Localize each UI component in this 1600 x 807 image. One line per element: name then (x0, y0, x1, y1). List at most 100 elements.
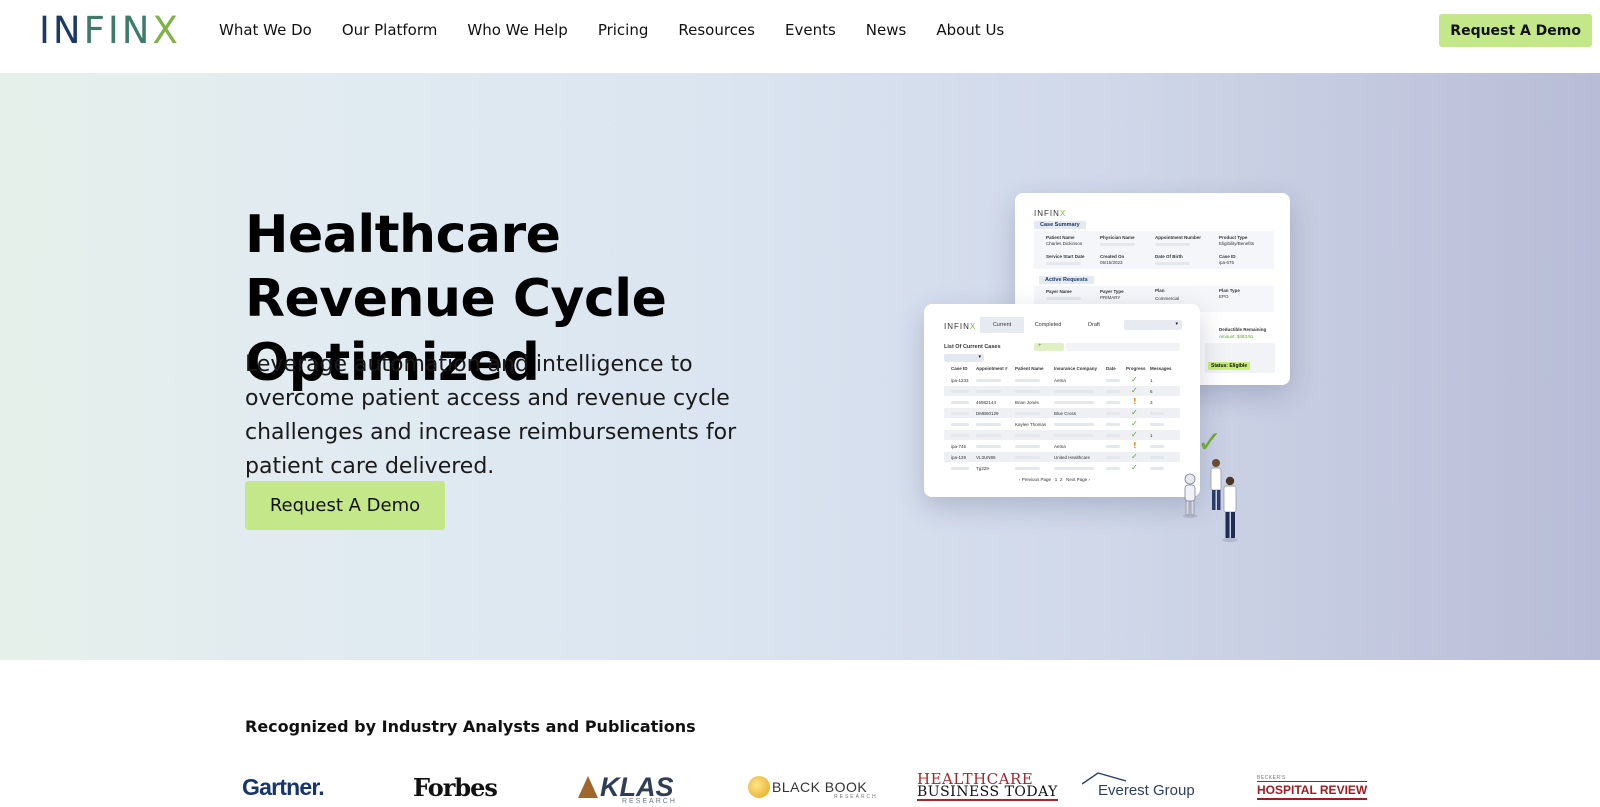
tab-current[interactable]: Current (980, 317, 1024, 333)
nav-our-platform[interactable]: Our Platform (342, 20, 438, 40)
placeholder-line (1106, 423, 1120, 426)
placeholder-line (1106, 467, 1120, 470)
everest-group-logo: Everest Group (1082, 770, 1195, 804)
placeholder-line (1015, 434, 1040, 437)
cell-insurer: Blue Cross (1054, 411, 1077, 416)
field-label: Date Of Birth (1155, 254, 1183, 259)
status-eligible-badge: Status: Eligible (1208, 362, 1251, 370)
chevron-right-icon[interactable]: › (1087, 477, 1090, 482)
check-icon: ✓ (1131, 375, 1138, 384)
col-patient-name: Patient Name (1015, 366, 1044, 371)
nav-events[interactable]: Events (785, 20, 836, 40)
col-progress: Progress (1126, 366, 1146, 371)
placeholder-line (1054, 401, 1094, 404)
hero-request-demo-button[interactable]: Request A Demo (245, 481, 445, 530)
site-header: INFINX What We Do Our Platform Who We He… (0, 0, 1600, 73)
cell-appointment: DMB90129 (976, 411, 999, 416)
placeholder-line (1106, 412, 1120, 415)
field-label: Created On (1100, 254, 1125, 259)
hero-subtitle: Leverage automation and intelligence to … (245, 352, 737, 479)
placeholder-line (1015, 412, 1040, 415)
placeholder-line (976, 390, 1001, 393)
search-bar[interactable] (1066, 343, 1180, 351)
alert-icon: ! (1133, 397, 1137, 406)
placeholder-line (1100, 243, 1135, 246)
placeholder-line (1015, 445, 1040, 448)
check-icon: ✓ (1131, 386, 1138, 395)
everest-roof-icon (1082, 772, 1126, 785)
placeholder-line (1150, 467, 1164, 470)
page-1-link[interactable]: 1 (1055, 477, 1058, 482)
cases-tab-bar: Current Completed Draft ▾ (980, 317, 1182, 333)
field-label: Service Start Date (1046, 254, 1085, 259)
placeholder-line (1150, 456, 1164, 459)
placeholder-line (1106, 379, 1120, 382)
placeholder-line (951, 434, 969, 437)
cell-insurer: United Healthcare (1054, 455, 1091, 460)
placeholder-line (976, 423, 1001, 426)
deductible-label: Deductible Remaining (1219, 327, 1267, 332)
filter-dropdown[interactable]: ▾ (1124, 320, 1182, 330)
klas-mark-icon (578, 776, 598, 798)
placeholder-line (1046, 262, 1081, 265)
card-logo: INFINX (1034, 209, 1067, 218)
table-row[interactable]: 46982144 Brian Jones ! 3 (944, 397, 1180, 407)
placeholder-line (1150, 423, 1164, 426)
placeholder-line (951, 467, 969, 470)
beckers-hospital-review-logo: BECKER'S HOSPITAL REVIEW (1257, 770, 1368, 804)
cases-list-title: List Of Current Cases (944, 344, 1001, 350)
table-row[interactable]: ipa-1233 Aetna ✓ 1 (944, 375, 1180, 385)
nav-who-we-help[interactable]: Who We Help (467, 20, 567, 40)
case-summary-label: Case Summary (1034, 221, 1086, 229)
next-page-link[interactable]: Next Page (1066, 477, 1087, 482)
field-label: Payer Name (1046, 289, 1072, 294)
nav-about-us[interactable]: About Us (936, 20, 1004, 40)
placeholder-line (951, 390, 969, 393)
cell-messages: 6 (1150, 389, 1153, 394)
table-row[interactable]: ipa-745 Aetna ! (944, 441, 1180, 451)
check-icon: ✓ (1131, 452, 1138, 461)
page-2-link[interactable]: 2 (1060, 477, 1063, 482)
field-value: 05/15/2023 (1100, 260, 1123, 265)
healthcare-business-today-logo: HEALTHCARE BUSINESS TODAY (917, 770, 1058, 801)
placeholder-line (951, 412, 969, 415)
table-row[interactable]: ✓ 6 (944, 386, 1180, 396)
table-row[interactable]: ipa-129 VL3UN95 United Healthcare ✓ (944, 452, 1180, 462)
placeholder-line (1015, 467, 1040, 470)
cell-appointment: Tg329 (976, 466, 989, 471)
field-label: Payer Type (1100, 289, 1124, 294)
cell-case-id: ipa-129 (951, 455, 967, 460)
col-insurance-company: Insurance Company (1054, 366, 1098, 371)
field-value: Commercial (1155, 296, 1180, 301)
header-request-demo-button[interactable]: Request A Demo (1439, 14, 1592, 47)
check-icon: ✓ (1131, 419, 1138, 428)
placeholder-line (1150, 445, 1164, 448)
placeholder-line (1054, 423, 1094, 426)
card-logo: INFINX (944, 322, 977, 331)
nav-resources[interactable]: Resources (678, 20, 755, 40)
black-book-sun-icon (748, 776, 770, 798)
cell-patient: Kaylee Thomas (1015, 422, 1047, 427)
cell-messages: 1 (1150, 433, 1153, 438)
field-value: ipa-675 (1219, 260, 1235, 265)
field-value: EPO (1219, 294, 1229, 299)
chevron-down-icon: ▾ (978, 354, 981, 360)
page-size-select[interactable]: ▾ (944, 354, 984, 362)
plus-icon: + (1038, 343, 1042, 349)
nav-pricing[interactable]: Pricing (598, 20, 649, 40)
field-label: Plan Type (1219, 288, 1240, 293)
table-row[interactable]: Tg329 ✓ (944, 463, 1180, 473)
table-row[interactable]: DMB90129 Blue Cross ✓ (944, 408, 1180, 418)
tab-draft[interactable]: Draft (1072, 317, 1116, 333)
forbes-logo: Forbes (413, 772, 498, 802)
table-row[interactable]: Kaylee Thomas ✓ (944, 419, 1180, 429)
nav-news[interactable]: News (866, 20, 907, 40)
field-label: Physician Name (1100, 235, 1135, 240)
placeholder-line (1106, 434, 1120, 437)
table-row[interactable]: ✓ 1 (944, 430, 1180, 440)
placeholder-line (951, 401, 969, 404)
tab-completed[interactable]: Completed (1026, 317, 1070, 333)
nav-what-we-do[interactable]: What We Do (219, 20, 312, 40)
infinx-logo[interactable]: INFINX (39, 12, 181, 50)
prev-page-link[interactable]: Previous Page (1022, 477, 1051, 482)
